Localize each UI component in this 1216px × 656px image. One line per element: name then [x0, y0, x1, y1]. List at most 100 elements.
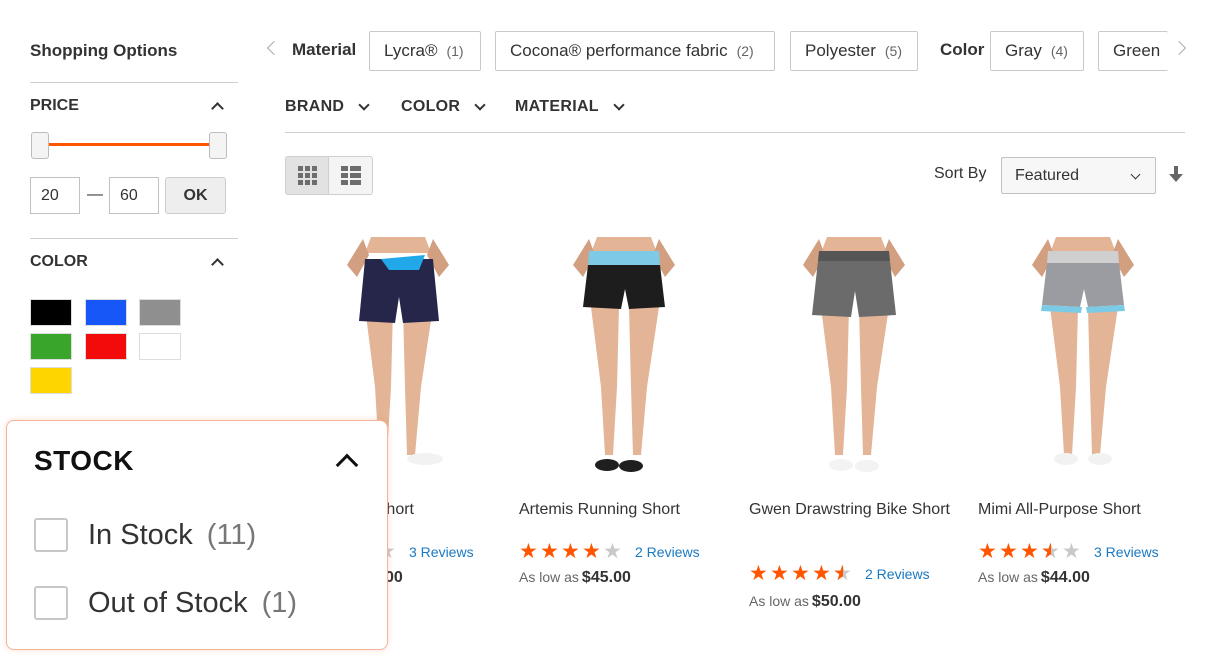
dropdown-label: BRAND [285, 98, 345, 115]
chip-label: Gray [1005, 41, 1042, 60]
star-icon: ★ [1062, 540, 1081, 563]
filter-chip-green[interactable]: Green [1098, 31, 1168, 71]
divider [285, 132, 1185, 133]
star-icon: ★ [1020, 540, 1039, 563]
price-ok-button[interactable]: OK [165, 177, 226, 214]
in-stock-checkbox[interactable] [34, 518, 68, 552]
chevron-down-icon [474, 99, 486, 111]
reviews-link[interactable]: 3 Reviews [1094, 544, 1159, 560]
price-range-dash: — [87, 186, 103, 203]
chevron-up-icon[interactable] [335, 453, 359, 477]
color-dropdown[interactable]: COLOR [401, 98, 486, 116]
star-icon: ★ [582, 540, 601, 563]
stock-option-in-stock[interactable]: In Stock (11) [34, 518, 256, 552]
price-slider-track[interactable] [40, 143, 218, 146]
product-rating: ★★★★★2 Reviews [519, 541, 700, 562]
product-card[interactable]: Artemis Running Short ★ ★ ★ ★ ★ 2 Reviews As lo… [519, 237, 731, 586]
chip-count: (1) [446, 43, 464, 59]
star-icon: ★ [812, 562, 831, 585]
star-icon: ★ [770, 562, 789, 585]
color-swatch[interactable] [85, 333, 127, 360]
sort-by-label: Sort By [934, 165, 987, 182]
product-name-link[interactable]: Mimi All-Purpose Short [978, 499, 1190, 521]
chevron-down-icon [1130, 169, 1141, 180]
star-icon: ★ [791, 562, 810, 585]
sort-direction-arrow-icon[interactable] [1168, 165, 1184, 183]
grid-view-button[interactable] [285, 156, 329, 195]
color-swatch[interactable] [30, 333, 72, 360]
reviews-link[interactable]: 2 Reviews [865, 566, 930, 582]
price-slider-min-handle[interactable] [31, 132, 49, 159]
color-swatch[interactable] [85, 299, 127, 326]
price-amount: $50.00 [811, 593, 861, 610]
price-amount: $44.00 [1040, 569, 1090, 586]
color-swatch[interactable] [139, 299, 181, 326]
brand-dropdown[interactable]: BRAND [285, 98, 370, 116]
product-name-link[interactable]: Artemis Running Short [519, 499, 731, 521]
list-view-button[interactable] [329, 156, 373, 195]
product-price: As low as $50.00 [749, 593, 861, 611]
chip-count: (5) [884, 43, 902, 59]
star-icon: ★ [833, 563, 854, 584]
chip-label: Polyester [805, 41, 876, 60]
filter-chip-gray[interactable]: Gray (4) [990, 31, 1084, 71]
stock-option-label: Out of Stock [88, 586, 248, 619]
chip-count: (2) [736, 43, 754, 59]
shopping-options-title: Shopping Options [30, 41, 178, 60]
price-max-input[interactable] [109, 177, 159, 214]
product-rating: ★★★★★2 Reviews [749, 563, 930, 584]
product-rating: ★★★★★3 Reviews [978, 541, 1159, 562]
stock-option-out-of-stock[interactable]: Out of Stock (1) [34, 586, 297, 620]
list-icon [340, 166, 361, 185]
color-swatch[interactable] [30, 299, 72, 326]
product-image[interactable] [519, 237, 731, 482]
chevron-up-icon [211, 102, 224, 115]
star-icon: ★ [749, 562, 768, 585]
filter-chip-lycra[interactable]: Lycra® (1) [369, 31, 481, 71]
price-prefix: As low as [749, 593, 809, 609]
stock-heading: STOCK [34, 445, 134, 476]
reviews-link[interactable]: 2 Reviews [635, 544, 700, 560]
reviews-link[interactable]: 3 Reviews [409, 544, 474, 560]
sort-selected-value: Featured [1015, 166, 1080, 184]
product-image[interactable] [978, 237, 1190, 482]
color-swatch[interactable] [139, 333, 181, 360]
color-filter-header[interactable]: COLOR [30, 253, 226, 271]
star-icon: ★ [978, 540, 997, 563]
dropdown-label: COLOR [401, 98, 461, 115]
stock-option-count: (11) [206, 518, 257, 551]
dropdown-label: MATERIAL [515, 98, 599, 115]
price-amount: $45.00 [581, 569, 631, 586]
chevron-down-icon [613, 99, 625, 111]
star-icon: ★ [999, 540, 1018, 563]
price-min-input[interactable] [30, 177, 80, 214]
chip-label: Cocona® performance fabric [510, 41, 728, 60]
chevron-right-icon[interactable] [1171, 40, 1187, 56]
grid-icon [297, 166, 317, 185]
color-heading: COLOR [30, 253, 88, 270]
product-card[interactable]: Mimi All-Purpose Short★★★★★3 ReviewsAs l… [978, 237, 1190, 586]
stock-option-count: (1) [261, 586, 298, 619]
product-price: As low as $44.00 [978, 569, 1090, 587]
product-image[interactable] [749, 237, 961, 482]
sort-select[interactable]: Featured [1001, 157, 1156, 194]
chevron-up-icon [211, 258, 224, 271]
price-filter-header[interactable]: PRICE [30, 97, 226, 115]
price-slider-range [40, 143, 218, 146]
price-heading: PRICE [30, 97, 79, 114]
star-icon: ★ [603, 540, 622, 563]
filter-chip-cocona[interactable]: Cocona® performance fabric (2) [495, 31, 775, 71]
color-swatch[interactable] [30, 367, 72, 394]
material-dropdown[interactable]: MATERIAL [515, 98, 625, 116]
product-card[interactable]: Gwen Drawstring Bike Short★★★★★2 Reviews… [749, 237, 961, 610]
out-of-stock-checkbox[interactable] [34, 586, 68, 620]
price-prefix: As low as [519, 569, 579, 585]
material-filter-label: Material [292, 40, 357, 59]
star-icon: ★ [519, 540, 538, 563]
price-slider-max-handle[interactable] [209, 132, 227, 159]
chevron-left-icon[interactable] [266, 40, 282, 56]
divider [30, 82, 238, 83]
product-name-link[interactable]: Gwen Drawstring Bike Short [749, 499, 961, 521]
chip-label: Green [1113, 41, 1161, 60]
filter-chip-polyester[interactable]: Polyester (5) [790, 31, 918, 71]
